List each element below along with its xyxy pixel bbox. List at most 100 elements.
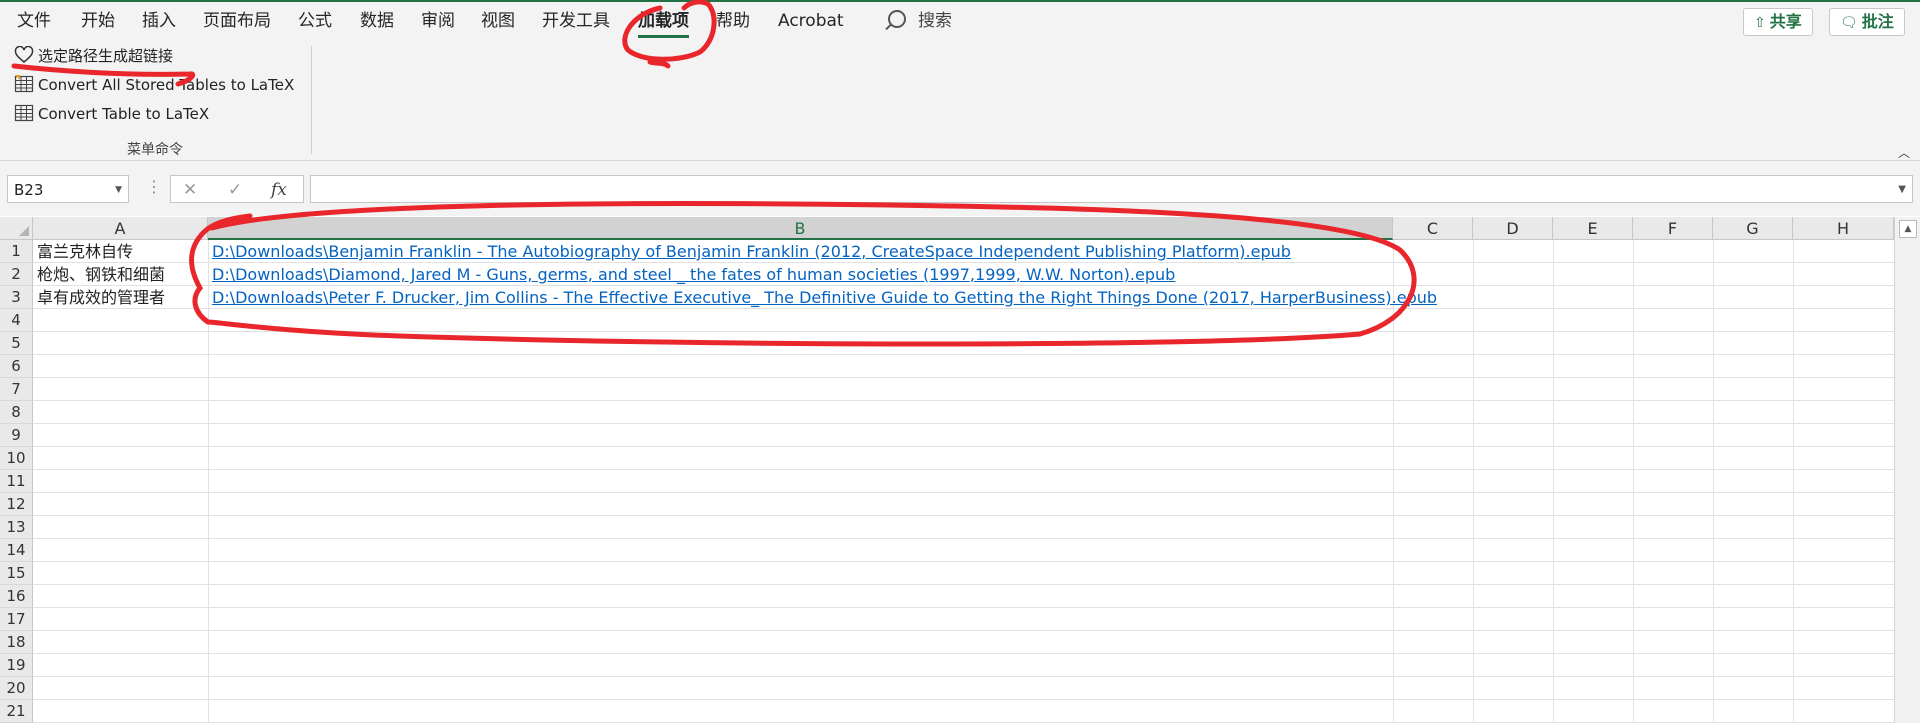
row-gridline	[33, 469, 1894, 470]
formula-buttons: ✕ ✓ fx	[170, 175, 304, 203]
hyperlink-cell-b1[interactable]: D:\Downloads\Benjamin Franklin - The Aut…	[208, 240, 1291, 263]
vertical-scrollbar[interactable]: ▲	[1894, 217, 1920, 723]
share-button[interactable]: ⇧ 共享	[1743, 8, 1813, 36]
comments-button[interactable]: 🗨 批注	[1829, 8, 1905, 36]
column-header-h[interactable]: H	[1793, 217, 1894, 240]
row-header-6[interactable]: 6	[0, 355, 33, 378]
formula-bar: B23 ▼ ⋮ ✕ ✓ fx ▼	[0, 161, 1920, 216]
row-header-19[interactable]: 19	[0, 654, 33, 677]
row-header-17[interactable]: 17	[0, 608, 33, 631]
spreadsheet-grid[interactable]: A B C D E F G H 1 2 3 4 5 6 7 8 9 10 11 12 13 14 15 16 1…	[0, 217, 1920, 723]
row-header-1[interactable]: 1	[0, 240, 33, 263]
tab-addins[interactable]: 加载项	[638, 8, 689, 38]
ribbon-group-label: 菜单命令	[127, 142, 183, 158]
row-header-14[interactable]: 14	[0, 539, 33, 562]
row-gridline	[33, 630, 1894, 631]
row-header-21[interactable]: 21	[0, 700, 33, 723]
cell-a1[interactable]: 富兰克林自传	[33, 240, 208, 263]
ribbon-item-generate-hyperlinks[interactable]: 选定路径生成超链接	[14, 44, 173, 68]
row-header-12[interactable]: 12	[0, 493, 33, 516]
comment-icon: 🗨	[1840, 15, 1858, 31]
tab-home[interactable]: 开始	[81, 8, 115, 34]
column-gridline	[1473, 240, 1474, 723]
share-label: 共享	[1769, 12, 1802, 31]
tab-page-layout[interactable]: 页面布局	[203, 8, 271, 34]
column-header-a[interactable]: A	[33, 217, 208, 240]
column-gridline	[1393, 240, 1394, 723]
row-gridline	[33, 377, 1894, 378]
formula-input[interactable]: ▼	[310, 175, 1913, 203]
row-gridline	[33, 331, 1894, 332]
row-header-10[interactable]: 10	[0, 447, 33, 470]
table-icon	[14, 104, 34, 122]
share-icon: ⇧	[1754, 15, 1766, 31]
column-header-g[interactable]: G	[1713, 217, 1793, 240]
hyperlink-cell-b3[interactable]: D:\Downloads\Peter F. Drucker, Jim Colli…	[208, 286, 1437, 309]
cell-a3[interactable]: 卓有成效的管理者	[33, 286, 208, 309]
function-icon[interactable]: fx	[271, 176, 287, 204]
select-all-corner[interactable]	[0, 217, 33, 240]
tab-acrobat[interactable]: Acrobat	[778, 8, 844, 34]
row-header-20[interactable]: 20	[0, 677, 33, 700]
tab-formulas[interactable]: 公式	[298, 8, 332, 34]
table-icon	[14, 75, 34, 93]
column-gridline	[1713, 240, 1714, 723]
tab-developer[interactable]: 开发工具	[542, 8, 610, 34]
ribbon-group-divider	[311, 46, 312, 154]
ribbon-tab-bar: 文件 开始 插入 页面布局 公式 数据 审阅 视图 开发工具 加载项 帮助 Ac…	[0, 2, 1920, 40]
row-gridline	[33, 699, 1894, 700]
column-header-d[interactable]: D	[1473, 217, 1553, 240]
row-gridline	[33, 423, 1894, 424]
row-gridline	[33, 400, 1894, 401]
row-gridline	[33, 584, 1894, 585]
row-header-8[interactable]: 8	[0, 401, 33, 424]
row-header-3[interactable]: 3	[0, 286, 33, 309]
expand-formula-icon[interactable]: ▼	[1898, 176, 1906, 204]
hyperlink-cell-b2[interactable]: D:\Downloads\Diamond, Jared M - Guns, ge…	[208, 263, 1175, 286]
search-box[interactable]: 搜索	[888, 8, 952, 34]
column-header-f[interactable]: F	[1633, 217, 1713, 240]
row-header-7[interactable]: 7	[0, 378, 33, 401]
row-header-16[interactable]: 16	[0, 585, 33, 608]
column-header-e[interactable]: E	[1553, 217, 1633, 240]
row-gridline	[33, 515, 1894, 516]
column-header-b[interactable]: B	[208, 217, 1393, 240]
name-box-value: B23	[14, 181, 44, 199]
chevron-down-icon[interactable]: ▼	[115, 176, 122, 204]
row-header-9[interactable]: 9	[0, 424, 33, 447]
tab-file[interactable]: 文件	[17, 8, 51, 34]
tab-insert[interactable]: 插入	[142, 8, 176, 34]
cancel-icon[interactable]: ✕	[183, 176, 197, 204]
scroll-up-icon[interactable]: ▲	[1899, 220, 1917, 238]
more-options-icon[interactable]: ⋮	[146, 177, 162, 196]
tab-help[interactable]: 帮助	[716, 8, 750, 34]
name-box[interactable]: B23 ▼	[7, 175, 129, 203]
confirm-icon[interactable]: ✓	[228, 176, 242, 204]
ribbon-item-convert-table[interactable]: Convert Table to LaTeX	[14, 102, 209, 126]
row-header-5[interactable]: 5	[0, 332, 33, 355]
collapse-ribbon-icon[interactable]: ︿	[1898, 144, 1910, 161]
row-header-4[interactable]: 4	[0, 309, 33, 332]
column-gridline	[1793, 240, 1794, 723]
tab-data[interactable]: 数据	[360, 8, 394, 34]
cell-a2[interactable]: 枪炮、钢铁和细菌	[33, 263, 208, 286]
row-header-2[interactable]: 2	[0, 263, 33, 286]
row-header-13[interactable]: 13	[0, 516, 33, 539]
row-gridline	[33, 446, 1894, 447]
search-label: 搜索	[918, 11, 952, 31]
row-header-15[interactable]: 15	[0, 562, 33, 585]
column-gridline	[208, 240, 209, 723]
heart-icon	[14, 46, 34, 63]
tab-view[interactable]: 视图	[481, 8, 515, 34]
column-header-c[interactable]: C	[1393, 217, 1473, 240]
row-header-11[interactable]: 11	[0, 470, 33, 493]
ribbon-item-convert-all-tables[interactable]: Convert All Stored Tables to LaTeX	[14, 73, 294, 97]
row-gridline	[33, 561, 1894, 562]
row-gridline	[33, 538, 1894, 539]
row-gridline	[33, 676, 1894, 677]
ribbon-panel: 选定路径生成超链接 Convert All Stored Tables to L…	[0, 40, 1920, 161]
ribbon-item-label: 选定路径生成超链接	[38, 47, 174, 65]
tab-review[interactable]: 审阅	[421, 8, 455, 34]
column-gridline	[1553, 240, 1554, 723]
row-header-18[interactable]: 18	[0, 631, 33, 654]
